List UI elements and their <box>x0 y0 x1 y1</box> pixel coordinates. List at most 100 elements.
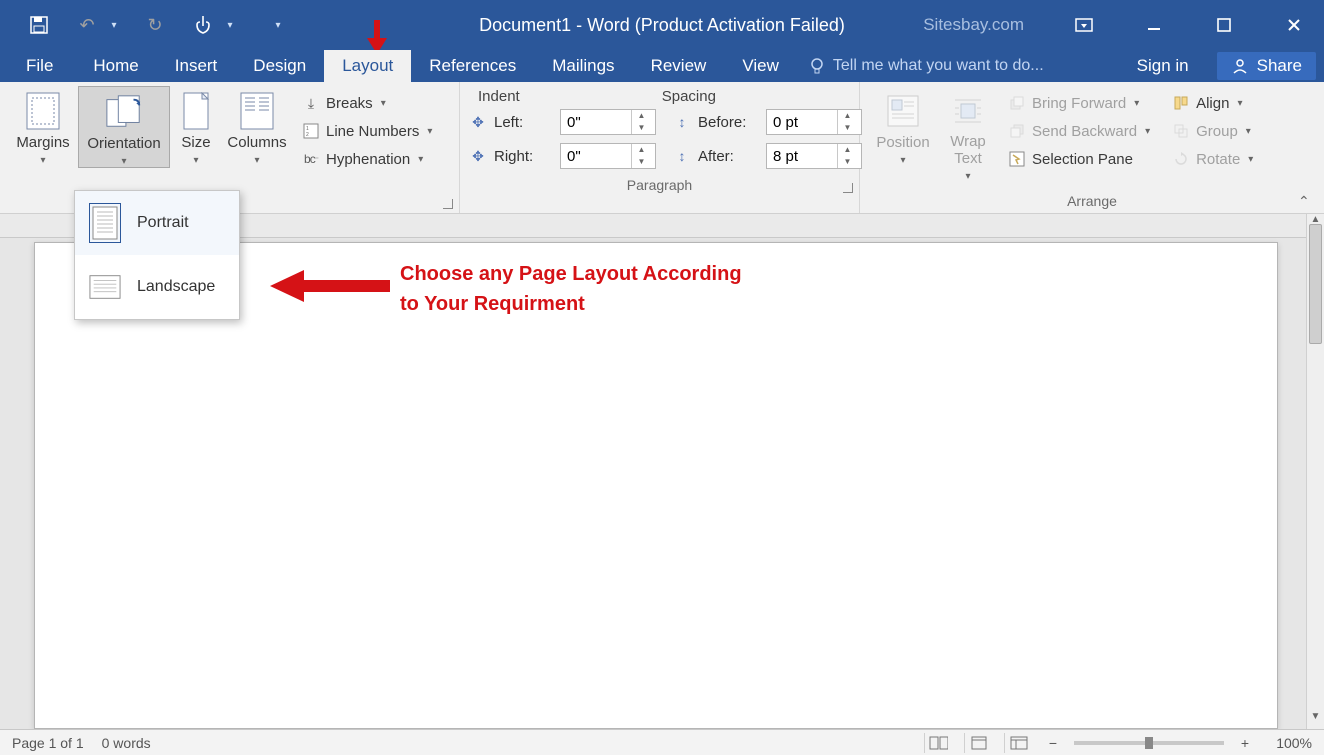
save-icon[interactable] <box>28 14 50 36</box>
group-label-arrange: Arrange <box>868 193 1316 211</box>
margins-button[interactable]: Margins ▾ <box>8 86 78 166</box>
align-button[interactable]: Align ▾ <box>1168 92 1257 114</box>
quick-access-toolbar: ↶ ▾ ↻ ▾ ▾ <box>0 14 282 36</box>
position-icon <box>884 92 922 130</box>
window-title: Document1 - Word (Product Activation Fai… <box>479 15 845 36</box>
tab-design[interactable]: Design <box>235 50 324 82</box>
indent-right-input[interactable]: ▲▼ <box>560 143 656 169</box>
tab-insert[interactable]: Insert <box>157 50 236 82</box>
watermark-label: Sitesbay.com <box>923 15 1024 35</box>
orientation-portrait-item[interactable]: Portrait <box>75 191 239 255</box>
web-layout-icon[interactable] <box>1004 733 1032 753</box>
tab-review[interactable]: Review <box>633 50 725 82</box>
title-bar: ↶ ▾ ↻ ▾ ▾ Document1 - Word (Product Acti… <box>0 0 1324 50</box>
indent-left-field[interactable] <box>561 114 631 131</box>
share-button[interactable]: Share <box>1217 52 1316 80</box>
selection-pane-button[interactable]: Selection Pane <box>1004 148 1154 170</box>
hyphenation-button[interactable]: bc⁻ Hyphenation ▾ <box>298 148 436 170</box>
vertical-scrollbar[interactable]: ▲ ▼ <box>1306 214 1324 729</box>
touch-dropdown-icon[interactable]: ▾ <box>226 21 234 29</box>
spin-down-icon[interactable]: ▼ <box>838 156 857 168</box>
spin-up-icon[interactable]: ▲ <box>632 144 651 156</box>
rotate-button[interactable]: Rotate ▾ <box>1168 148 1257 170</box>
indent-left-input[interactable]: ▲▼ <box>560 109 656 135</box>
size-button[interactable]: Size ▾ <box>170 86 222 166</box>
spin-up-icon[interactable]: ▲ <box>632 110 651 122</box>
spacing-before-field[interactable] <box>767 114 837 131</box>
spacing-before-input[interactable]: ▲▼ <box>766 109 862 135</box>
spacing-after-field[interactable] <box>767 148 837 165</box>
dialog-launcher-icon[interactable] <box>843 183 853 193</box>
spin-up-icon[interactable]: ▲ <box>838 144 857 156</box>
margins-icon <box>24 92 62 130</box>
status-bar: Page 1 of 1 0 words − + 100% <box>0 729 1324 755</box>
spin-up-icon[interactable]: ▲ <box>838 110 857 122</box>
position-button[interactable]: Position ▾ <box>868 86 938 166</box>
wrap-text-button[interactable]: Wrap Text ▾ <box>938 86 998 182</box>
tab-mailings[interactable]: Mailings <box>534 50 632 82</box>
tab-file[interactable]: File <box>0 50 75 82</box>
group-label-paragraph: Paragraph <box>468 177 851 195</box>
spacing-header: Spacing <box>662 88 716 105</box>
undo-icon[interactable]: ↶ <box>76 14 98 36</box>
collapse-ribbon-icon[interactable]: ⌃ <box>1298 193 1316 207</box>
undo-dropdown-icon[interactable]: ▾ <box>110 21 118 29</box>
columns-icon <box>238 92 276 130</box>
bring-forward-button[interactable]: Bring Forward ▾ <box>1004 92 1154 114</box>
orientation-icon <box>105 93 143 131</box>
tab-home[interactable]: Home <box>75 50 156 82</box>
maximize-icon[interactable] <box>1204 10 1244 40</box>
read-mode-icon[interactable] <box>924 733 952 753</box>
orientation-landscape-item[interactable]: Landscape <box>75 255 239 319</box>
annotation-text: Choose any Page Layout According to Your… <box>400 259 742 319</box>
spin-down-icon[interactable]: ▼ <box>632 156 651 168</box>
scroll-down-icon[interactable]: ▼ <box>1307 711 1324 729</box>
rotate-icon <box>1172 150 1190 168</box>
tab-view[interactable]: View <box>724 50 797 82</box>
send-backward-button[interactable]: Send Backward ▾ <box>1004 120 1154 142</box>
indent-right-icon: ✥ <box>468 148 488 165</box>
touch-mode-icon[interactable] <box>192 14 214 36</box>
spin-down-icon[interactable]: ▼ <box>632 122 651 134</box>
orientation-button[interactable]: Orientation ▾ <box>78 86 170 168</box>
spin-down-icon[interactable]: ▼ <box>838 122 857 134</box>
indent-right-field[interactable] <box>561 148 631 165</box>
redo-icon[interactable]: ↻ <box>144 14 166 36</box>
sign-in-link[interactable]: Sign in <box>1125 56 1201 76</box>
qat-customize-icon[interactable]: ▾ <box>274 21 282 29</box>
zoom-in-button[interactable]: + <box>1236 735 1254 751</box>
status-words[interactable]: 0 words <box>102 735 151 751</box>
zoom-slider[interactable] <box>1074 741 1224 745</box>
hyphenation-icon: bc⁻ <box>302 150 320 168</box>
lightbulb-icon <box>809 57 825 75</box>
spacing-after-icon: ↕ <box>672 148 692 164</box>
print-layout-icon[interactable] <box>964 733 992 753</box>
indent-header: Indent <box>478 88 520 105</box>
indent-left-icon: ✥ <box>468 114 488 131</box>
landscape-label: Landscape <box>137 278 215 296</box>
landscape-icon <box>89 267 121 307</box>
chevron-down-icon: ▾ <box>1134 98 1139 109</box>
minimize-icon[interactable] <box>1134 10 1174 40</box>
tab-references[interactable]: References <box>411 50 534 82</box>
ribbon-display-icon[interactable] <box>1064 10 1104 40</box>
spacing-after-input[interactable]: ▲▼ <box>766 143 862 169</box>
scroll-thumb[interactable] <box>1309 224 1322 344</box>
breaks-button[interactable]: ⤓ Breaks ▾ <box>298 92 436 114</box>
group-icon <box>1172 122 1190 140</box>
zoom-slider-knob[interactable] <box>1145 737 1153 749</box>
line-numbers-button[interactable]: 12 Line Numbers ▾ <box>298 120 436 142</box>
window-controls: Sitesbay.com <box>923 10 1314 40</box>
zoom-level[interactable]: 100% <box>1266 735 1312 751</box>
group-objects-button[interactable]: Group ▾ <box>1168 120 1257 142</box>
tab-layout[interactable]: Layout <box>324 50 411 82</box>
dialog-launcher-icon[interactable] <box>443 199 453 209</box>
group-paragraph: Indent Spacing ✥ Left: ▲▼ ✥ Right: <box>460 82 860 213</box>
tell-me-search[interactable]: Tell me what you want to do... <box>809 50 1044 82</box>
status-page[interactable]: Page 1 of 1 <box>12 735 84 751</box>
annotation-arrow-down-icon <box>367 20 387 54</box>
close-icon[interactable] <box>1274 10 1314 40</box>
columns-button[interactable]: Columns ▾ <box>222 86 292 166</box>
zoom-out-button[interactable]: − <box>1044 735 1062 751</box>
orientation-dropdown: Portrait Landscape <box>74 190 240 320</box>
